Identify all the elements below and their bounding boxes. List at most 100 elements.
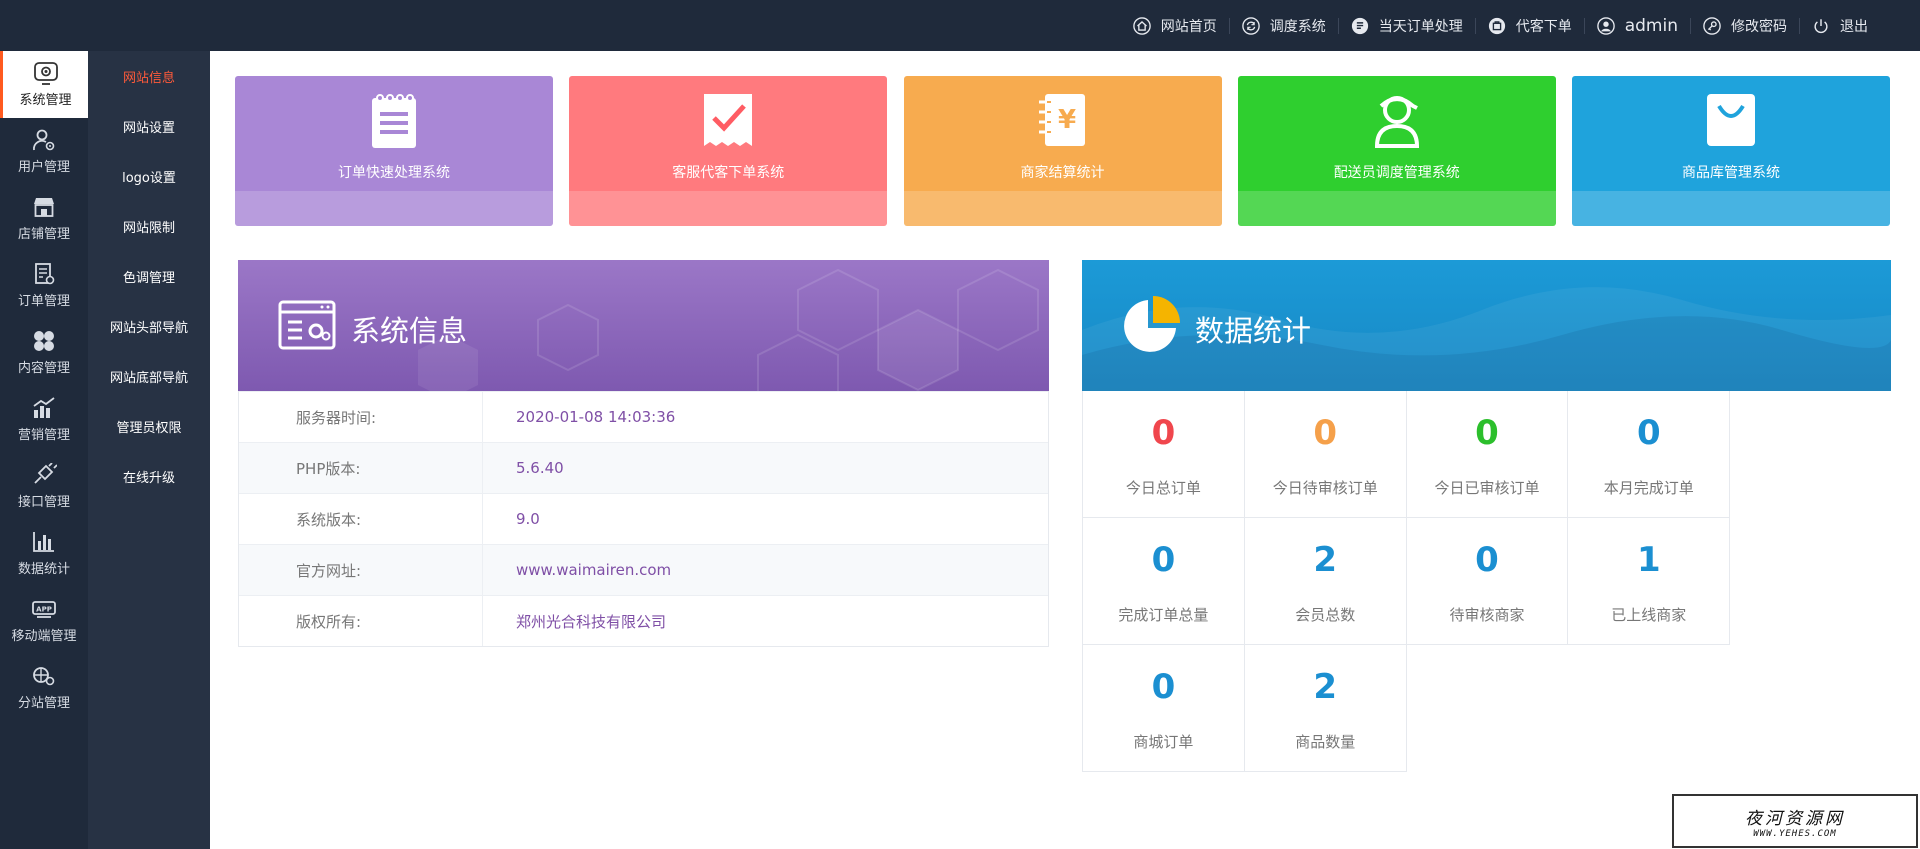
data-stats-header: 数据统计 [1082,260,1891,391]
settings-window-icon [278,300,336,350]
subnav-site-settings[interactable]: 网站设置 [88,101,210,151]
stat-label: 商品数量 [1295,733,1356,751]
info-key: PHP版本: [239,443,483,493]
data-stats-title: 数据统计 [1195,314,1312,348]
info-value: 9.0 [516,510,540,528]
card-label: 商家结算统计 [1020,165,1105,181]
topnav-today-orders-label: 当天订单处理 [1378,18,1463,35]
card-order-processing[interactable]: 订单快速处理系统 [235,76,553,226]
topnav-admin[interactable]: admin [1585,0,1690,51]
sidebar-item-interfaces[interactable]: 接口管理 [0,453,88,520]
topnav-home-label: 网站首页 [1160,18,1217,35]
table-row: 版权所有: 郑州光合科技有限公司 [239,595,1048,646]
topnav-dispatch[interactable]: 调度系统 [1230,0,1338,51]
info-key: 官方网址: [239,545,483,595]
table-row: 官方网址: www.waimairen.com [239,544,1048,595]
sidebar-item-branch[interactable]: 分站管理 [0,654,88,721]
stat-online-merchants[interactable]: 1 已上线商家 [1568,518,1731,645]
subnav-color-theme[interactable]: 色调管理 [88,251,210,301]
stat-total-members[interactable]: 2 会员总数 [1244,518,1407,645]
card-product-library[interactable]: 商品库管理系统 [1572,76,1890,226]
topnav-change-password-label: 修改密码 [1731,18,1787,35]
sidebar-item-label: 移动端管理 [11,629,77,644]
stat-label: 会员总数 [1295,606,1356,624]
bar-chart-icon [33,532,54,552]
stat-today-approved-orders[interactable]: 0 今日已审核订单 [1406,391,1569,518]
table-row: 系统版本: 9.0 [239,493,1048,544]
bag-icon [1488,17,1505,34]
topnav-logout[interactable]: 退出 [1800,0,1880,51]
info-value: www.waimairen.com [516,561,672,579]
topnav-home[interactable]: 网站首页 [1121,0,1229,51]
stat-label: 已上线商家 [1611,606,1687,624]
svg-text:¥: ¥ [1057,105,1075,135]
card-merchant-settlement[interactable]: ¥ 商家结算统计 [903,76,1222,226]
card-label: 客服代客下单系统 [672,165,785,181]
stat-today-pending-orders[interactable]: 0 今日待审核订单 [1244,391,1407,518]
card-courier-dispatch[interactable]: 配送员调度管理系统 [1237,76,1556,226]
home-icon [1132,16,1151,35]
sidebar-item-statistics[interactable]: 数据统计 [0,520,88,587]
sidebar-item-orders[interactable]: 订单管理 [0,252,88,319]
stat-label: 本月完成订单 [1603,479,1694,497]
info-value: 5.6.40 [516,459,564,477]
subnav-site-restrictions[interactable]: 网站限制 [88,201,210,251]
sidebar-item-users[interactable]: 用户管理 [0,118,88,185]
user-gear-icon [33,129,55,151]
sidebar-item-marketing[interactable]: 营销管理 [0,386,88,453]
pie-chart-icon [1124,296,1180,352]
stat-label: 今日待审核订单 [1272,479,1378,497]
sidebar-item-mobile[interactable]: APP 移动端管理 [0,587,88,654]
branch-icon [33,667,55,686]
subnav-site-info[interactable]: 网站信息 [88,51,210,101]
subnav-header-nav[interactable]: 网站头部导航 [88,301,210,351]
courier-icon [1374,96,1419,148]
system-info-table: 服务器时间: 2020-01-08 14:03:36 PHP版本: 5.6.40… [238,391,1049,647]
table-row: 服务器时间: 2020-01-08 14:03:36 [239,391,1048,442]
yuan-notebook-icon: ¥ [1038,94,1085,146]
store-icon [34,198,54,217]
stat-product-count[interactable]: 2 商品数量 [1244,645,1407,772]
subnav-logo-settings[interactable]: logo设置 [88,151,210,201]
system-icon [33,62,58,85]
subnav-footer-nav[interactable]: 网站底部导航 [88,351,210,401]
topnav-proxy-order[interactable]: 代客下单 [1476,0,1584,51]
card-strip [235,191,553,226]
watermark-badge: 夜河资源网 WWW.YEHES.COM [1672,794,1918,848]
sidebar-item-label: 接口管理 [17,495,70,510]
sub-nav: 网站信息 网站设置 logo设置 网站限制 色调管理 网站头部导航 网站底部导航… [88,51,210,849]
marketing-icon [33,397,55,418]
card-proxy-order[interactable]: 客服代客下单系统 [569,76,888,226]
system-info-panel: 系统信息 服务器时间: 2020-01-08 14:03:36 PHP版本: 5… [238,260,1049,647]
stat-mall-orders[interactable]: 0 商城订单 [1083,645,1245,772]
refresh-icon [1241,16,1260,35]
svg-text:APP: APP [36,606,52,614]
sidebar-item-system[interactable]: 系统管理 [0,51,88,118]
stat-value: 1 [1636,540,1661,580]
user-icon [1596,16,1615,35]
card-strip [1237,191,1556,226]
subnav-online-upgrade[interactable]: 在线升级 [88,451,210,501]
sidebar-item-content[interactable]: 内容管理 [0,319,88,386]
card-label: 配送员调度管理系统 [1333,165,1460,181]
stat-pending-merchants[interactable]: 0 待审核商家 [1406,518,1569,645]
topnav-proxy-order-label: 代客下单 [1515,18,1572,35]
stats-grid: 0 今日总订单 0 今日待审核订单 0 今日已审核订单 0 本月完成订单 0 完… [1082,391,1891,772]
info-key: 服务器时间: [239,392,483,442]
stat-value: 0 [1475,540,1499,580]
stat-today-total-orders[interactable]: 0 今日总订单 [1083,391,1245,518]
main-content: 订单快速处理系统 客服代客下单系统 ¥ 商家结算统计 配送员调度管理系统 商品库… [210,51,1920,849]
stat-value: 2 [1313,667,1338,707]
topnav-change-password[interactable]: 修改密码 [1691,0,1799,51]
card-label: 订单快速处理系统 [338,165,450,181]
subnav-admin-permissions[interactable]: 管理员权限 [88,401,210,451]
topnav-today-orders[interactable]: 当天订单处理 [1339,0,1475,51]
stat-label: 完成订单总量 [1118,606,1209,624]
sidebar-item-stores[interactable]: 店铺管理 [0,185,88,252]
stat-value: 0 [1313,413,1338,453]
top-nav: 网站首页 调度系统 当天订单处理 代客下单 admin 修改密码 退出 [1121,0,1880,51]
stat-total-completed-orders[interactable]: 0 完成订单总量 [1083,518,1245,645]
stat-label: 今日总订单 [1125,479,1201,497]
stat-month-completed-orders[interactable]: 0 本月完成订单 [1568,391,1731,518]
sidebar-item-label: 用户管理 [17,160,70,175]
